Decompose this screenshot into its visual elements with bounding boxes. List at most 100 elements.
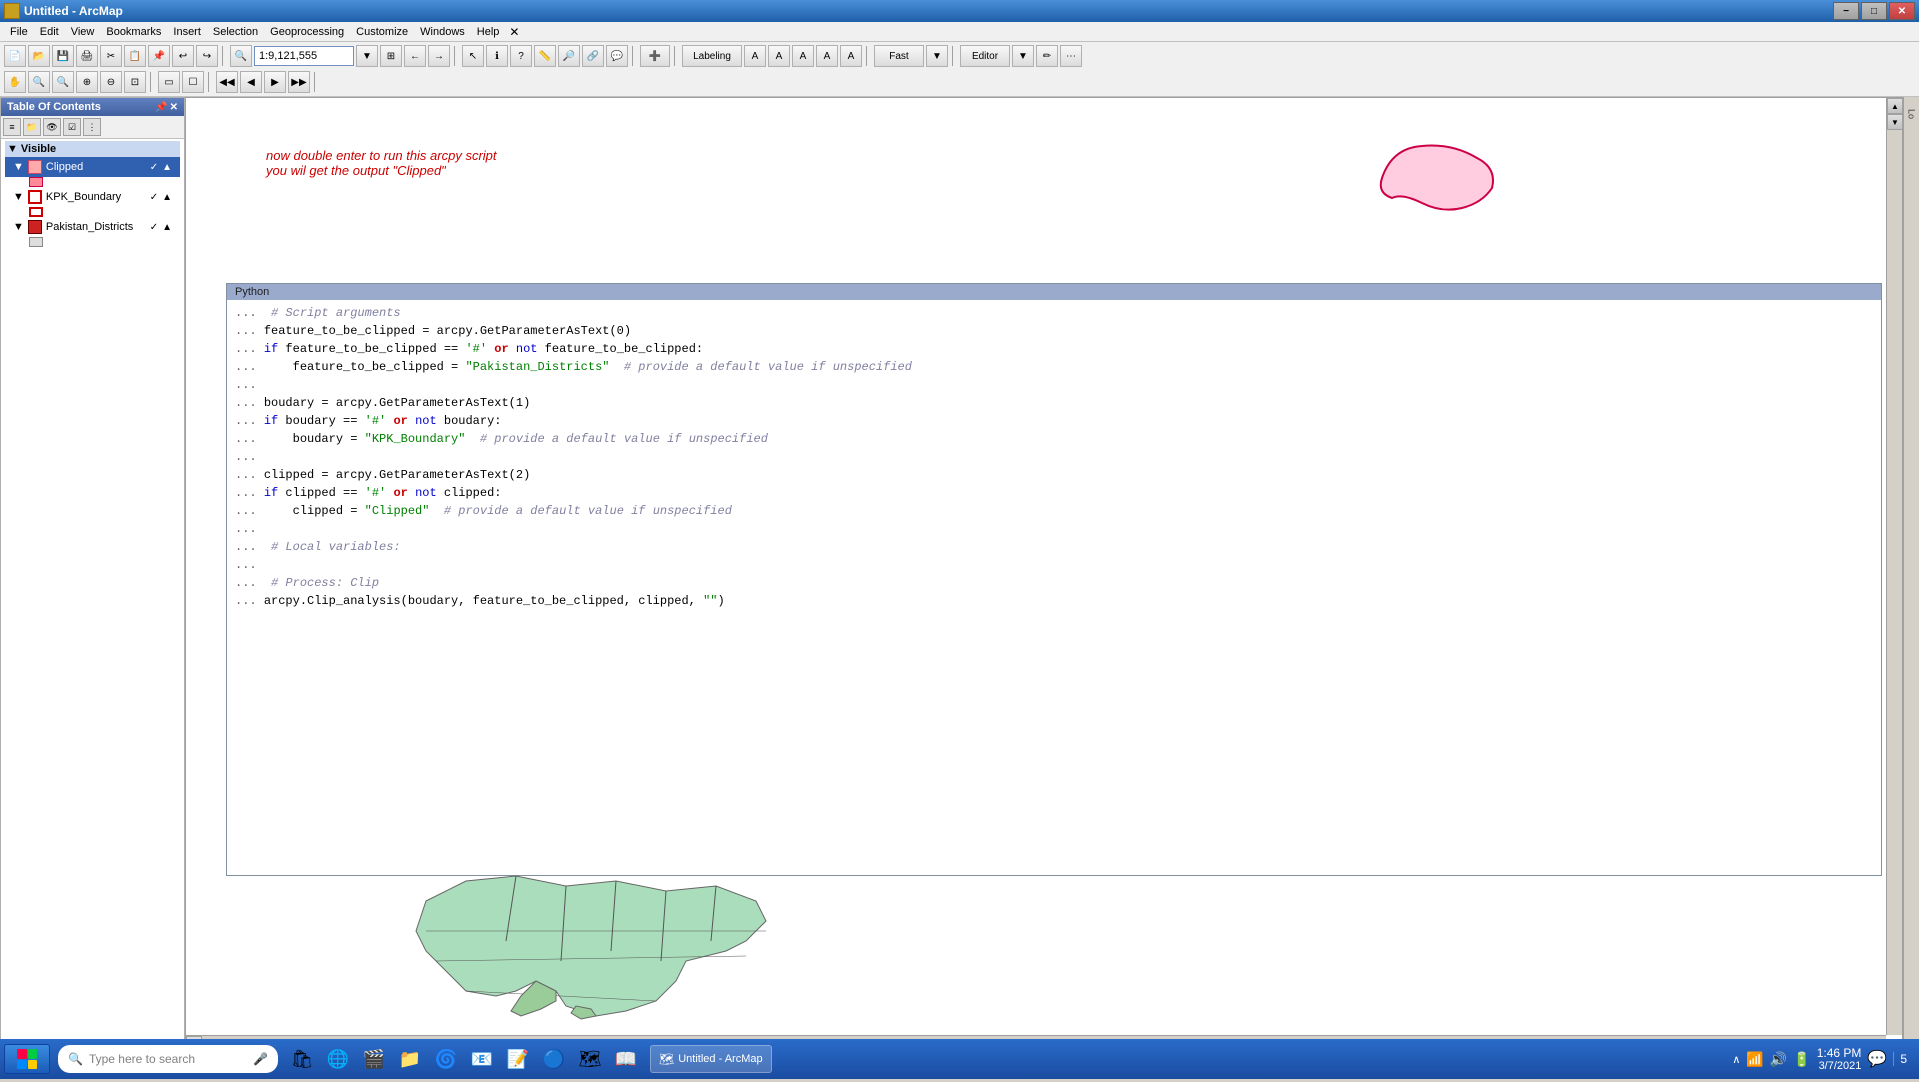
save-btn[interactable]: 💾	[52, 45, 74, 67]
html-popup-btn[interactable]: 💬	[606, 45, 628, 67]
fixed-zoom-in-btn[interactable]: ⊕	[76, 71, 98, 93]
taskbar-map-app[interactable]: 🗺	[574, 1043, 606, 1075]
label3[interactable]: A	[792, 45, 814, 67]
label4[interactable]: A	[816, 45, 838, 67]
paste-btn[interactable]: 📌	[148, 45, 170, 67]
scroll-up-arrow[interactable]: ▲	[1887, 98, 1903, 114]
scroll-down-arrow[interactable]: ▼	[1887, 114, 1903, 130]
pan-btn[interactable]: ✋	[4, 71, 26, 93]
layout-nav1[interactable]: ◀◀	[216, 71, 238, 93]
layer-pakistan[interactable]: ▼ Pakistan_Districts ✓ ▲	[5, 217, 180, 237]
toc-visible-expand[interactable]: ▼	[7, 143, 18, 155]
map-vertical-scrollbar[interactable]: ▲ ▼	[1886, 98, 1902, 1035]
tray-expand-icon[interactable]: ∧	[1732, 1053, 1740, 1066]
tray-speaker-icon[interactable]: 🔊	[1770, 1051, 1787, 1068]
copy-btn[interactable]: 📋	[124, 45, 146, 67]
toc-source-btn[interactable]: 📁	[23, 118, 41, 136]
toc-options-btn[interactable]: ⋮	[83, 118, 101, 136]
fixed-zoom-out-btn[interactable]: ⊖	[100, 71, 122, 93]
toc-close-icon[interactable]: ✕	[170, 102, 178, 113]
menu-geoprocessing[interactable]: Geoprocessing	[264, 24, 350, 40]
arcmap-taskbar-btn[interactable]: 🗺 Untitled - ArcMap	[650, 1045, 772, 1073]
show-desktop-icon[interactable]: 5	[1893, 1052, 1907, 1066]
cut-btn[interactable]: ✂	[100, 45, 122, 67]
taskbar-word-app[interactable]: 📝	[502, 1043, 534, 1075]
toc-visibility-btn[interactable]: 👁	[43, 118, 61, 136]
hyperlink-btn[interactable]: 🔗	[582, 45, 604, 67]
taskbar-vlc-app[interactable]: 🎬	[358, 1043, 390, 1075]
layout-nav2[interactable]: ◀	[240, 71, 262, 93]
tray-network-icon[interactable]: 📶	[1746, 1051, 1763, 1068]
fast-dropdown[interactable]: ▼	[926, 45, 948, 67]
find-btn[interactable]: 🔎	[558, 45, 580, 67]
layout-nav3[interactable]: ▶	[264, 71, 286, 93]
taskbar-chrome-app[interactable]: 🌀	[430, 1043, 462, 1075]
menu-selection[interactable]: Selection	[207, 24, 264, 40]
zoom-in-btn[interactable]: 🔍	[230, 45, 252, 67]
labeling-btn[interactable]: Labeling	[682, 45, 742, 67]
start-button[interactable]	[4, 1044, 50, 1074]
label5[interactable]: A	[840, 45, 862, 67]
layer-pakistan-expand2[interactable]: ▲	[162, 222, 172, 233]
taskbar-search[interactable]: 🔍 Type here to search 🎤	[58, 1045, 278, 1073]
label1[interactable]: A	[744, 45, 766, 67]
toc-visible-header[interactable]: ▼ Visible	[5, 141, 180, 157]
menu-edit[interactable]: Edit	[34, 24, 65, 40]
python-body[interactable]: ... # Script arguments ... feature_to_be…	[227, 300, 1881, 869]
layer-pakistan-visibility[interactable]: ✓	[150, 222, 158, 233]
scale-input[interactable]	[254, 46, 354, 66]
menu-file[interactable]: File	[4, 24, 34, 40]
zoom-out-btn[interactable]: 🔍	[52, 71, 74, 93]
tray-battery-icon[interactable]: 🔋	[1793, 1051, 1810, 1068]
toc-pin-icon[interactable]: 📌	[155, 102, 167, 113]
menu-windows[interactable]: Windows	[414, 24, 471, 40]
layer-clipped[interactable]: ▼ Clipped ✓ ▲	[5, 157, 180, 177]
layer-kpk[interactable]: ▼ KPK_Boundary ✓ ▲	[5, 187, 180, 207]
measure-btn[interactable]: 📏	[534, 45, 556, 67]
zoom-next-btn[interactable]: →	[428, 45, 450, 67]
taskbar-reader-app[interactable]: 📖	[610, 1043, 642, 1075]
layer-pakistan-expand[interactable]: ▼	[13, 221, 24, 233]
menu-bookmarks[interactable]: Bookmarks	[100, 24, 167, 40]
editor-dropdown[interactable]: ▼	[1012, 45, 1034, 67]
select-btn[interactable]: ↖	[462, 45, 484, 67]
info-btn[interactable]: ℹ	[486, 45, 508, 67]
layer-kpk-expand2[interactable]: ▲	[162, 192, 172, 203]
undo-btn[interactable]: ↩	[172, 45, 194, 67]
notification-icon[interactable]: 💬	[1867, 1049, 1887, 1069]
sketch-btn[interactable]: ✏	[1036, 45, 1058, 67]
taskbar-outlook-app[interactable]: 📧	[466, 1043, 498, 1075]
taskbar-clock[interactable]: 1:46 PM 3/7/2021	[1817, 1046, 1862, 1072]
edit-more-btn[interactable]: ⋯	[1060, 45, 1082, 67]
map-area[interactable]: now double enter to run this arcpy scrip…	[185, 97, 1903, 1052]
menu-customize[interactable]: Customize	[350, 24, 414, 40]
taskbar-ie-app[interactable]: 🌐	[322, 1043, 354, 1075]
zoom-prev-btn[interactable]: ←	[404, 45, 426, 67]
taskbar-store-app[interactable]: 🛍	[286, 1043, 318, 1075]
new-btn[interactable]: 📄	[4, 45, 26, 67]
select-features-btn[interactable]: ▭	[158, 71, 180, 93]
label2[interactable]: A	[768, 45, 790, 67]
menu-view[interactable]: View	[65, 24, 101, 40]
close-button[interactable]: ✕	[1889, 2, 1915, 20]
layout-nav4[interactable]: ▶▶	[288, 71, 310, 93]
full-extent-btn[interactable]: ⊞	[380, 45, 402, 67]
identify-btn[interactable]: ?	[510, 45, 532, 67]
help-close-icon[interactable]: ✕	[509, 25, 519, 39]
zoom-in2-btn[interactable]: 🔍	[28, 71, 50, 93]
ext-btn[interactable]: ⊡	[124, 71, 146, 93]
minimize-button[interactable]: −	[1833, 2, 1859, 20]
menu-help[interactable]: Help	[471, 24, 506, 40]
add-data-btn[interactable]: ➕	[640, 45, 670, 67]
fast-btn[interactable]: Fast	[874, 45, 924, 67]
menu-insert[interactable]: Insert	[167, 24, 207, 40]
toc-select-btn[interactable]: ☑	[63, 118, 81, 136]
layer-kpk-visibility[interactable]: ✓	[150, 192, 158, 203]
layer-kpk-expand[interactable]: ▼	[13, 191, 24, 203]
scale-dropdown-btn[interactable]: ▼	[356, 45, 378, 67]
editor-btn[interactable]: Editor	[960, 45, 1010, 67]
redo-btn[interactable]: ↪	[196, 45, 218, 67]
layer-clipped-expand2[interactable]: ▲	[162, 162, 172, 173]
layer-clipped-visibility[interactable]: ✓	[150, 162, 158, 173]
layer-clipped-expand[interactable]: ▼	[13, 161, 24, 173]
